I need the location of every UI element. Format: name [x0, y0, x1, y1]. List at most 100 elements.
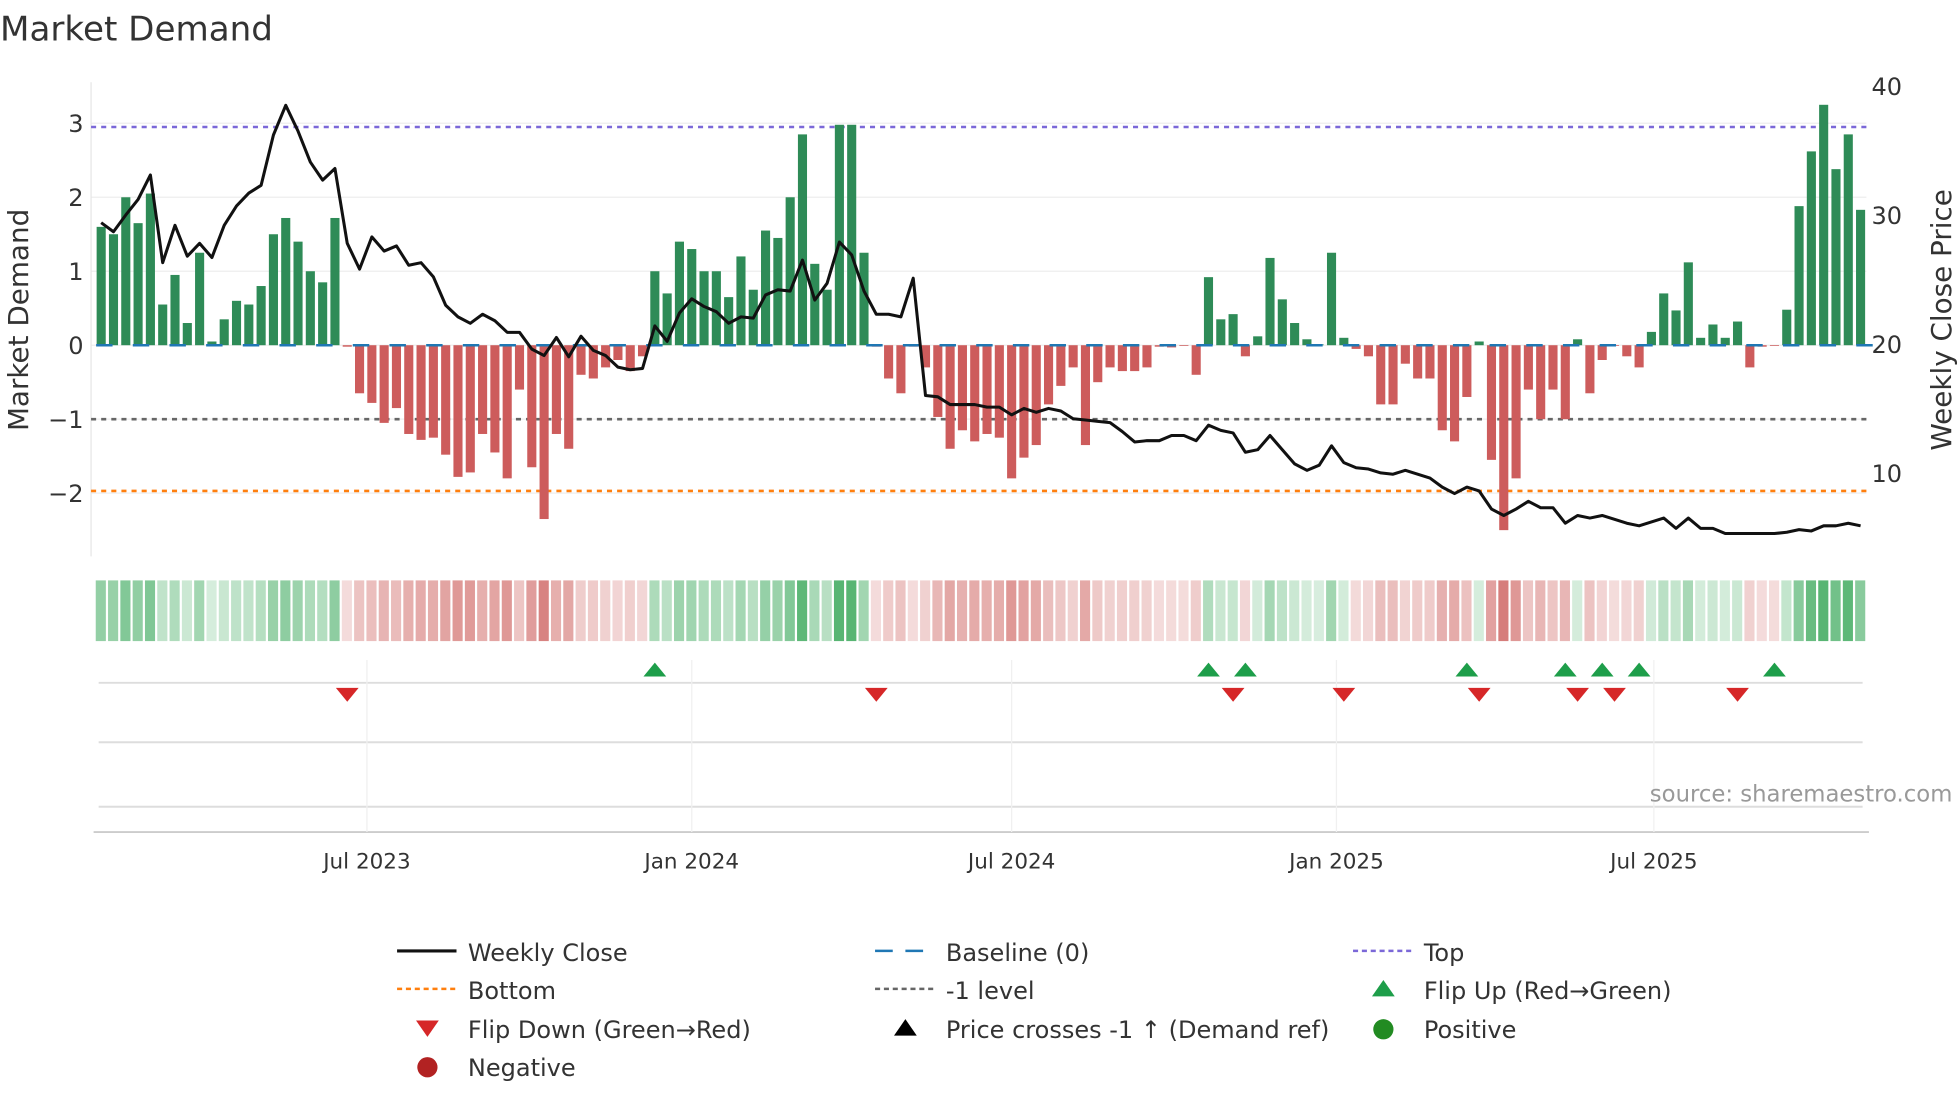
- demand-bar: [268, 234, 278, 346]
- demand-bar: [318, 282, 328, 346]
- heatmap-cell: [1535, 580, 1546, 642]
- demand-bar: [1474, 341, 1484, 346]
- demand-bar: [1068, 345, 1078, 368]
- grid: [90, 82, 1867, 557]
- x-tick-label: Jul 2023: [321, 850, 410, 875]
- demand-bar: [256, 286, 266, 346]
- demand-heatmap-strip: [95, 580, 1866, 642]
- demand-bar: [1228, 314, 1238, 346]
- demand-bar: [1240, 345, 1250, 357]
- demand-bar: [1511, 345, 1521, 479]
- heatmap-cell: [1006, 580, 1017, 642]
- demand-bar: [1216, 319, 1226, 346]
- demand-bar: [1732, 321, 1743, 346]
- demand-bar: [945, 345, 955, 449]
- heatmap-cell: [1830, 580, 1841, 642]
- heatmap-cell: [1473, 580, 1484, 642]
- heatmap-cell: [1141, 580, 1152, 642]
- heatmap-cell: [304, 580, 316, 642]
- demand-bar: [1769, 345, 1780, 346]
- demand-bar: [625, 345, 635, 372]
- y2-axis-label: Weekly Close Price: [1925, 189, 1958, 451]
- demand-bar: [219, 319, 229, 346]
- demand-bar: [379, 345, 389, 423]
- flip-down-marker: [1467, 687, 1491, 702]
- heatmap-cell: [415, 580, 426, 642]
- demand-bar: [465, 345, 475, 473]
- x-tick-label: Jul 2024: [966, 850, 1055, 875]
- heatmap-cell: [427, 580, 439, 642]
- heatmap-cell: [809, 580, 820, 642]
- demand-bar: [1388, 345, 1398, 405]
- demand-bar: [1536, 345, 1546, 420]
- demand-bar: [453, 345, 463, 477]
- heatmap-cell: [1818, 580, 1829, 642]
- demand-bar: [1326, 252, 1337, 346]
- legend-positive-label: Positive: [1424, 1016, 1517, 1044]
- heatmap-cell: [1584, 580, 1595, 642]
- demand-bar: [884, 345, 894, 379]
- heatmap-cell: [1522, 580, 1534, 642]
- demand-bar: [957, 345, 967, 431]
- legend-weekly-close-label: Weekly Close: [468, 939, 628, 967]
- demand-bar: [564, 345, 574, 449]
- heatmap-cell: [280, 580, 291, 642]
- heatmap-cell: [698, 580, 709, 642]
- heatmap-cell: [747, 580, 758, 642]
- heatmap-cell: [1510, 580, 1521, 642]
- heatmap-cell: [206, 580, 217, 642]
- demand-bar: [711, 271, 721, 346]
- heatmap-cell: [1338, 580, 1349, 642]
- heatmap-cell: [477, 580, 488, 642]
- demand-bar: [847, 124, 857, 346]
- heatmap-cell: [1412, 580, 1423, 642]
- flip-up-marker: [643, 662, 667, 677]
- demand-bar: [1056, 345, 1066, 386]
- demand-bar: [1806, 151, 1816, 346]
- heatmap-cell: [1572, 580, 1583, 642]
- demand-bar: [1585, 345, 1595, 394]
- heatmap-cell: [772, 580, 783, 642]
- heatmap-cell: [292, 580, 303, 642]
- heatmap-cell: [108, 580, 119, 642]
- heatmap-cell: [550, 580, 562, 642]
- demand-bar: [896, 345, 906, 394]
- demand-bar: [1265, 257, 1275, 346]
- demand-bar: [170, 274, 180, 346]
- demand-bar: [1179, 345, 1189, 346]
- heatmap-cell: [575, 580, 586, 642]
- heatmap-cell: [1227, 580, 1238, 642]
- heatmap-cell: [1719, 580, 1730, 642]
- heatmap-cell: [526, 580, 537, 642]
- demand-bar: [810, 263, 820, 346]
- demand-bar: [1437, 345, 1447, 431]
- demand-bar: [822, 289, 832, 346]
- heatmap-cell: [1744, 580, 1755, 642]
- demand-bar: [145, 193, 155, 346]
- heatmap-cell: [181, 580, 192, 642]
- demand-bar: [1105, 345, 1115, 368]
- demand-bar: [539, 345, 549, 520]
- demand-bar: [1856, 209, 1866, 346]
- flip-down-marker: [1566, 687, 1589, 702]
- demand-bar: [1548, 345, 1558, 390]
- heatmap-cell: [1252, 580, 1263, 642]
- heatmap-cell: [452, 580, 463, 642]
- heatmap-cell: [587, 580, 598, 642]
- heatmap-cell: [1055, 580, 1066, 642]
- heatmap-cell: [514, 580, 525, 642]
- flip-up-marker: [1553, 662, 1577, 677]
- heatmap-cell: [723, 580, 734, 642]
- heatmap-cell: [600, 580, 611, 642]
- heatmap-cell: [132, 580, 143, 642]
- heatmap-cell: [1596, 580, 1607, 642]
- heatmap-cell: [895, 580, 906, 642]
- heatmap-cell: [341, 580, 352, 642]
- demand-bar: [1597, 345, 1607, 360]
- demand-bar: [428, 345, 438, 438]
- demand-bar: [1191, 345, 1201, 375]
- flip-up-marker: [1197, 662, 1220, 677]
- heatmap-cell: [1313, 580, 1324, 642]
- heatmap-cell: [637, 580, 648, 642]
- demand-bar: [613, 345, 623, 360]
